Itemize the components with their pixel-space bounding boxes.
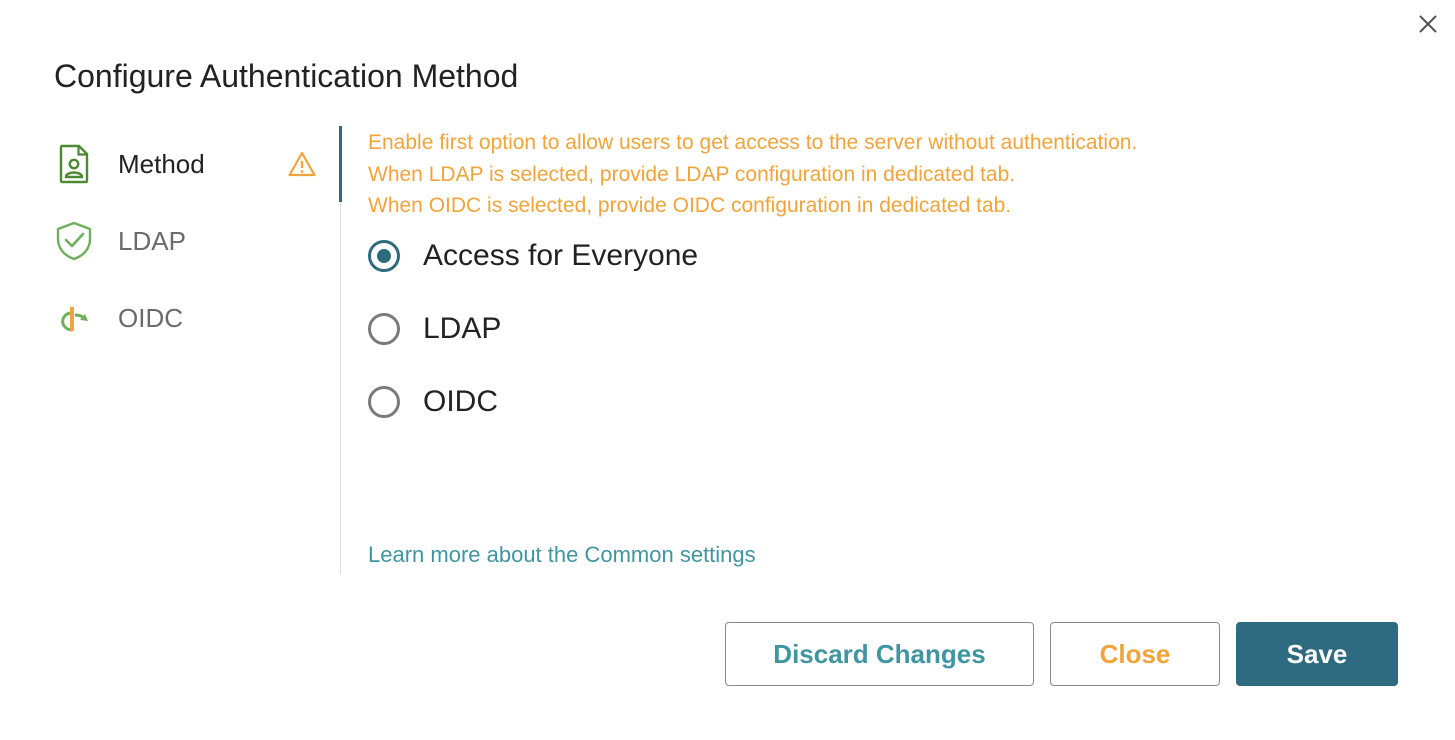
close-button[interactable]: Close (1050, 622, 1220, 686)
info-line: When OIDC is selected, provide OIDC conf… (368, 194, 1012, 217)
sidebar-item-label: OIDC (118, 302, 183, 333)
save-button[interactable]: Save (1236, 622, 1398, 686)
sidebar-nav: Method LDAP OIDC (40, 126, 342, 574)
info-line: When LDAP is selected, provide LDAP conf… (368, 162, 1016, 186)
shield-check-icon (54, 221, 94, 261)
radio-label: Access for Everyone (423, 239, 699, 272)
info-message: Enable first option to allow users to ge… (368, 127, 1408, 222)
sidebar-item-oidc[interactable]: OIDC (40, 280, 340, 356)
sidebar-item-ldap[interactable]: LDAP (40, 203, 340, 279)
openid-icon (54, 298, 94, 338)
radio-label: LDAP (423, 312, 502, 345)
radio-button[interactable] (368, 313, 400, 345)
learn-more-link[interactable]: Learn more about the Common settings (368, 542, 756, 568)
radio-option-access-for-everyone[interactable]: Access for Everyone (368, 236, 698, 276)
close-icon[interactable] (1413, 9, 1443, 39)
sidebar-item-label: LDAP (118, 225, 186, 256)
discard-changes-button[interactable]: Discard Changes (725, 622, 1034, 686)
info-line: Enable first option to allow users to ge… (368, 131, 1138, 154)
radio-option-oidc[interactable]: OIDC (368, 382, 498, 422)
radio-option-ldap[interactable]: LDAP (368, 309, 501, 349)
dialog-title: Configure Authentication Method (54, 58, 519, 94)
radio-label: OIDC (423, 385, 498, 418)
radio-button-checked[interactable] (368, 240, 400, 272)
user-document-icon (54, 144, 94, 184)
radio-button[interactable] (368, 386, 400, 418)
sidebar-item-method[interactable]: Method (40, 126, 342, 202)
sidebar-item-label: Method (118, 148, 205, 179)
warning-icon (288, 150, 316, 178)
